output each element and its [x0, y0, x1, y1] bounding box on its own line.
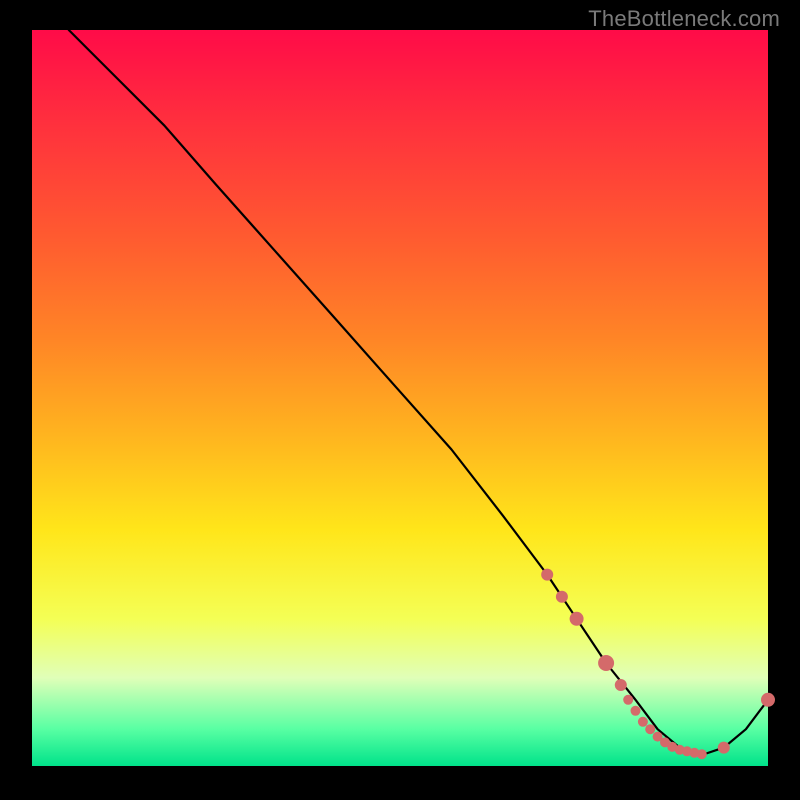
chart-marker [645, 724, 655, 734]
chart-marker [631, 706, 641, 716]
chart-marker [541, 569, 553, 581]
chart-svg [32, 30, 768, 766]
chart-marker [598, 655, 614, 671]
chart-marker [761, 693, 775, 707]
chart-marker [615, 679, 627, 691]
chart-marker [556, 591, 568, 603]
plot-area [32, 30, 768, 766]
chart-marker [623, 695, 633, 705]
chart-stage: TheBottleneck.com [0, 0, 800, 800]
watermark-text: TheBottleneck.com [588, 6, 780, 32]
chart-marker [697, 749, 707, 759]
chart-curve [69, 30, 768, 755]
chart-marker [570, 612, 584, 626]
chart-marker [718, 742, 730, 754]
chart-marker [638, 717, 648, 727]
